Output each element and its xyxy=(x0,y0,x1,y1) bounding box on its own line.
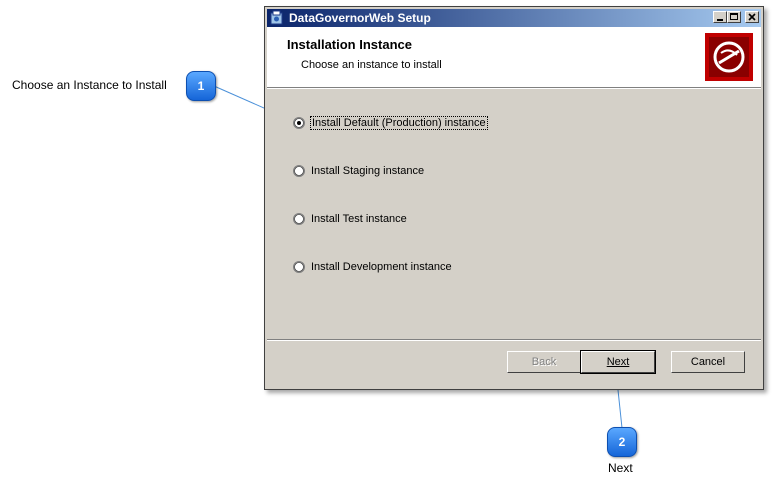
next-button[interactable]: Next xyxy=(580,350,656,374)
header-divider xyxy=(267,88,761,89)
maximize-button[interactable] xyxy=(727,11,741,23)
option-test-label: Install Test instance xyxy=(311,213,407,225)
option-staging-label: Install Staging instance xyxy=(311,165,425,177)
cancel-button[interactable]: Cancel xyxy=(671,351,745,373)
header-subtitle: Choose an instance to install xyxy=(301,59,442,71)
callout-2-badge: 2 xyxy=(607,427,637,457)
setup-window: DataGovernorWeb Setup Installation Insta… xyxy=(264,6,764,390)
callout-1-badge: 1 xyxy=(186,71,216,101)
radio-icon[interactable] xyxy=(293,213,305,225)
window-title: DataGovernorWeb Setup xyxy=(289,11,431,25)
minimize-button[interactable] xyxy=(713,11,727,23)
setup-logo-icon xyxy=(705,33,753,81)
next-button-label: Next xyxy=(606,356,630,368)
minimize-icon xyxy=(717,19,723,21)
close-button[interactable] xyxy=(745,11,759,23)
maximize-icon xyxy=(730,13,738,20)
radio-selected-icon[interactable] xyxy=(293,117,305,129)
radio-icon[interactable] xyxy=(293,261,305,273)
callout-2-label: Next xyxy=(608,461,633,475)
installer-app-icon xyxy=(270,10,283,25)
radio-icon[interactable] xyxy=(293,165,305,177)
back-button[interactable]: Back xyxy=(507,351,581,373)
callout-1-label: Choose an Instance to Install xyxy=(12,78,167,92)
option-production-label: Install Default (Production) instance xyxy=(310,116,488,130)
header-title: Installation Instance xyxy=(287,37,412,52)
option-development-label: Install Development instance xyxy=(311,261,452,273)
dialog-header: Installation Instance Choose an instance… xyxy=(267,27,761,88)
title-bar[interactable]: DataGovernorWeb Setup xyxy=(267,9,761,27)
close-icon xyxy=(748,13,756,21)
